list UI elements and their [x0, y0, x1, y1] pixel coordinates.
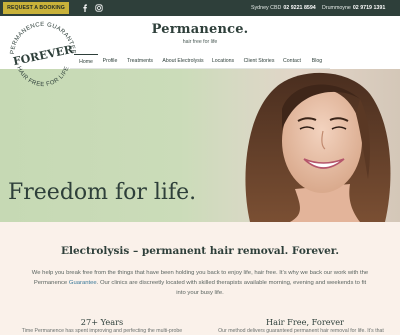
hero-portrait-image [210, 69, 400, 222]
facebook-icon[interactable] [80, 3, 90, 13]
svg-text:HAIR FREE FOR LIFE: HAIR FREE FOR LIFE [15, 66, 70, 88]
feature-title-years: 27+ Years [80, 317, 124, 327]
location-name: Sydney CBD [251, 5, 282, 11]
guarantee-link[interactable]: Guarantee [69, 280, 97, 286]
request-booking-button[interactable]: REQUEST A BOOKING [3, 2, 69, 14]
nav-item-locations[interactable]: Locations [210, 54, 236, 68]
nav-item-about-electrolysis[interactable]: About Electrolysis [160, 54, 206, 68]
nav-item-client-stories[interactable]: Client Stories [242, 54, 276, 68]
feature-text-years: Time Permanence has spent improving and … [21, 328, 183, 334]
badge-bottom-text: HAIR FREE FOR LIFE [15, 66, 70, 88]
nav-item-profile[interactable]: Profile [100, 54, 120, 68]
phone-number: 02 9719 1391 [352, 5, 386, 11]
intro-heading: Electrolysis – permanent hair removal. F… [60, 245, 340, 257]
contact-drummoyne[interactable]: Drummoyne 02 9719 1391 [322, 0, 385, 16]
top-bar: REQUEST A BOOKING Sydney CBD 02 9221 859… [0, 0, 400, 16]
intro-paragraph: We help you break free from the things t… [30, 268, 370, 298]
phone-number: 02 9221 8594 [283, 5, 316, 11]
guarantee-badge: PERMANENCE GUARANTEE FOREVER HAIR FREE F… [4, 16, 82, 94]
nav-item-blog[interactable]: Blog [308, 54, 326, 68]
location-name: Drummoyne [322, 5, 351, 11]
instagram-icon[interactable] [94, 3, 104, 13]
intro-text-end: . Our clinics are discreetly located wit… [96, 280, 367, 296]
hero-headline: Freedom for life. [8, 180, 197, 205]
feature-title-hair-free: Hair Free, Forever [266, 317, 344, 327]
badge-center-text: FOREVER [12, 43, 75, 69]
nav-item-treatments[interactable]: Treatments [124, 54, 156, 68]
feature-text-hair-free: Our method delivers guaranteed permanent… [218, 328, 384, 334]
contact-sydney[interactable]: Sydney CBD 02 9221 8594 [251, 0, 316, 16]
nav-item-contact[interactable]: Contact [281, 54, 303, 68]
